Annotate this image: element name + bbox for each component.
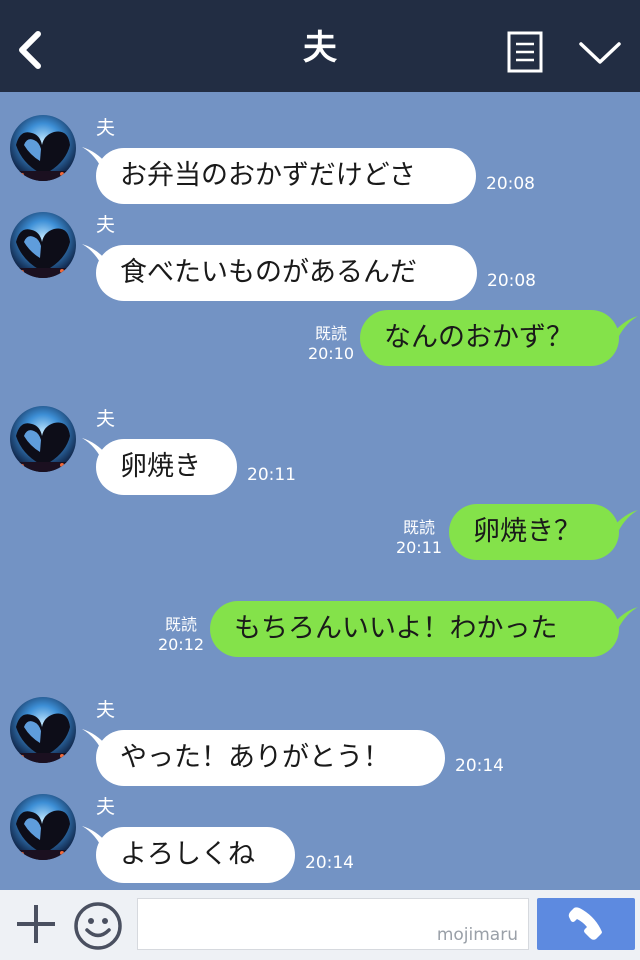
chevron-down-icon[interactable] [578, 38, 622, 68]
sender-name: 夫 [96, 117, 116, 139]
message-bubble[interactable]: もちろんいいよ！わかった [210, 601, 619, 657]
message-list[interactable]: 夫 お弁当のおかずだけどさ 20:08 夫 食べたいものがあるんだ 20:08 … [0, 92, 640, 890]
message-bubble[interactable]: やった！ありがとう！ [96, 730, 445, 786]
message-time: 20:14 [455, 756, 504, 776]
read-label: 既読 [164, 615, 197, 634]
message-time: 20:14 [305, 853, 354, 873]
message-time: 20:11 [395, 538, 443, 557]
sender-name: 夫 [96, 796, 116, 818]
avatar[interactable] [10, 794, 76, 860]
read-label: 既読 [402, 518, 435, 537]
read-label: 既読 [314, 324, 347, 343]
sender-name: 夫 [96, 408, 116, 430]
message-bubble[interactable]: お弁当のおかずだけどさ [96, 148, 476, 204]
bubble-tail [612, 316, 638, 342]
smiley-icon[interactable] [73, 901, 123, 951]
call-button[interactable] [537, 898, 635, 950]
message-time: 20:08 [487, 271, 536, 291]
avatar[interactable] [10, 697, 76, 763]
bubble-tail [612, 510, 638, 536]
read-receipt: 既読 20:12 [156, 615, 206, 655]
watermark-text: mojimaru [436, 925, 518, 945]
sender-name: 夫 [96, 214, 116, 236]
avatar[interactable] [10, 212, 76, 278]
avatar[interactable] [10, 406, 76, 472]
message-bubble[interactable]: 卵焼き？ [449, 504, 619, 560]
message-input[interactable]: mojimaru [137, 898, 529, 950]
avatar[interactable] [10, 115, 76, 181]
plus-icon[interactable] [14, 902, 58, 946]
message-bubble[interactable]: 食べたいものがあるんだ [96, 245, 477, 301]
sender-name: 夫 [96, 699, 116, 721]
message-bubble[interactable]: よろしくね [96, 827, 295, 883]
chat-header: 夫 [0, 0, 640, 92]
read-receipt: 既読 20:10 [306, 324, 356, 364]
back-chevron-icon[interactable] [14, 30, 44, 70]
message-time: 20:12 [157, 635, 205, 654]
message-time: 20:10 [307, 344, 355, 363]
chat-title: 夫 [303, 28, 337, 68]
read-receipt: 既読 20:11 [394, 518, 444, 558]
document-menu-icon[interactable] [507, 31, 543, 73]
phone-icon [568, 907, 602, 940]
message-bubble[interactable]: 卵焼き [96, 439, 237, 495]
message-time: 20:11 [247, 465, 296, 485]
message-time: 20:08 [486, 174, 535, 194]
bubble-tail [612, 607, 638, 633]
message-bubble[interactable]: なんのおかず？ [360, 310, 619, 366]
